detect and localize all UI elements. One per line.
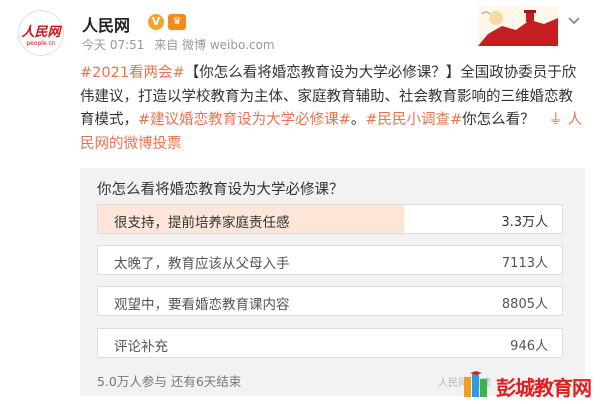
poll-card: 你怎么看将婚恋教育设为大学必修课？ 很支持，提前培养家庭责任感 3.3万人 太晚… bbox=[80, 168, 585, 396]
site-watermark-text: 彭城教育网 bbox=[496, 376, 592, 400]
hashtag-link[interactable]: #2021看两会# bbox=[80, 65, 185, 81]
poll-option-1[interactable]: 很支持，提前培养家庭责任感 3.3万人 bbox=[97, 204, 563, 234]
poll-option-label: 观望中，要看婚恋教育课内容 bbox=[114, 297, 290, 313]
poll-option-label: 太晚了，教育应该从父母入手 bbox=[114, 256, 290, 272]
books-logo-icon bbox=[464, 371, 487, 397]
user-name[interactable]: 人民网 bbox=[82, 12, 130, 36]
verified-v-icon: V bbox=[148, 14, 164, 30]
site-watermark: 彭城教育网 bbox=[462, 368, 598, 402]
avatar-logo-subtext: people.cn bbox=[26, 40, 56, 47]
poll-option-count: 946人 bbox=[510, 339, 548, 354]
poll-option-2[interactable]: 太晚了，教育应该从父母入手 7113人 bbox=[97, 245, 563, 275]
post-source[interactable]: 来自 微博 weibo.com bbox=[154, 38, 274, 52]
great-wall-decoration-icon bbox=[478, 6, 558, 46]
hashtag-link-3[interactable]: #民民小调查# bbox=[365, 112, 462, 128]
post-text-part2: 。 bbox=[350, 112, 366, 128]
post-text-part3: 你怎么看？ bbox=[462, 112, 535, 128]
hashtag-link-2[interactable]: #建议婚恋教育设为大学必修课# bbox=[138, 112, 351, 128]
poll-option-count: 3.3万人 bbox=[501, 215, 548, 230]
poll-footer: 5.0万人参与 还有6天结束 bbox=[97, 374, 242, 389]
poll-option-3[interactable]: 观望中，要看婚恋教育课内容 8805人 bbox=[97, 286, 563, 316]
poll-option-count: 8805人 bbox=[501, 297, 548, 312]
crown-icon: ♛ bbox=[168, 14, 186, 30]
poll-title: 你怎么看将婚恋教育设为大学必修课？ bbox=[97, 182, 344, 198]
post-time[interactable]: 今天 07:51 bbox=[82, 38, 144, 52]
poll-icon: ⏚ bbox=[548, 112, 563, 128]
post-text: #2021看两会#【你怎么看将婚恋教育设为大学必修课？】全国政协委员于欣伟建议，… bbox=[80, 62, 585, 156]
poll-option-label: 很支持，提前培养家庭责任感 bbox=[114, 215, 290, 231]
avatar[interactable]: 人民网 people.cn bbox=[18, 10, 64, 56]
chevron-down-icon[interactable] bbox=[566, 12, 582, 28]
poll-option-4[interactable]: 评论补充 946人 bbox=[97, 328, 563, 358]
post-meta: 今天 07:51 来自 微博 weibo.com bbox=[82, 36, 281, 53]
poll-option-count: 7113人 bbox=[501, 256, 548, 271]
poll-option-label: 评论补充 bbox=[114, 339, 168, 355]
avatar-logo-text: 人民网 bbox=[21, 25, 61, 40]
